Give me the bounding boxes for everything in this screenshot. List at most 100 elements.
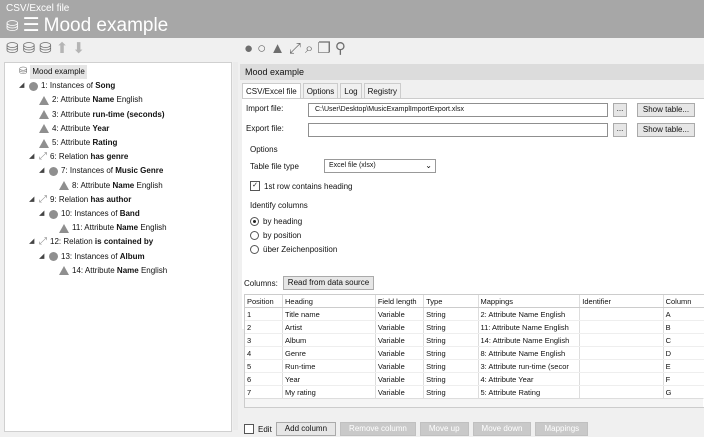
table-cell[interactable]: 6 xyxy=(245,372,284,386)
table-cell[interactable] xyxy=(579,333,664,347)
circle-outline-icon[interactable]: ○ xyxy=(257,40,266,58)
table-cell[interactable]: String xyxy=(423,385,479,399)
table-cell[interactable] xyxy=(579,320,664,334)
column-header[interactable]: Field length xyxy=(375,295,425,308)
expand-icon[interactable]: ◢ xyxy=(39,207,46,221)
table-cell[interactable]: 2: Attribute Name English xyxy=(478,307,581,321)
radio-by-heading[interactable]: by heading xyxy=(250,217,302,226)
table-cell[interactable]: Run-time xyxy=(282,359,376,373)
add-column-button[interactable]: Add column xyxy=(275,422,337,436)
arrow-up-icon[interactable]: ⬆ xyxy=(56,40,69,58)
heading-checkbox[interactable]: ✓ 1st row contains heading xyxy=(250,181,353,191)
tree-item[interactable]: ◢ 10: Instances of Band xyxy=(39,207,140,221)
table-cell[interactable]: 5: Attribute Rating xyxy=(478,385,581,399)
table-cell[interactable]: String xyxy=(423,307,479,321)
browse-import-button[interactable]: ... xyxy=(613,103,627,117)
tree-item[interactable]: 3: Attribute run-time (seconds) xyxy=(29,108,164,122)
relation-icon[interactable]: ⤢ xyxy=(289,40,301,58)
tree-item[interactable]: 8: Attribute Name English xyxy=(49,179,163,193)
expand-icon[interactable]: ◢ xyxy=(39,250,46,264)
table-cell[interactable]: String xyxy=(423,359,479,373)
splitter[interactable] xyxy=(233,62,238,430)
table-cell[interactable]: Title name xyxy=(282,307,376,321)
table-row[interactable]: 6 Year Variable String 4: Attribute Year F xyxy=(245,372,704,386)
table-cell[interactable]: 11: Attribute Name English xyxy=(478,320,581,334)
export-file-input[interactable] xyxy=(308,123,608,137)
arrow-down-icon[interactable]: ⬇ xyxy=(72,40,85,58)
browse-export-button[interactable]: ... xyxy=(613,123,627,137)
table-row[interactable]: 3 Album Variable String 14: Attribute Name E… xyxy=(245,333,704,347)
radio-selected-icon[interactable] xyxy=(250,217,259,226)
show-table-import-button[interactable]: Show table... xyxy=(637,103,695,117)
table-cell[interactable]: F xyxy=(663,372,704,386)
radio-icon[interactable] xyxy=(250,245,259,254)
horizontal-scrollbar[interactable] xyxy=(245,398,703,407)
folder-icon[interactable]: ❐ xyxy=(317,40,330,58)
radio-icon[interactable] xyxy=(250,231,259,240)
table-cell[interactable]: B xyxy=(663,320,704,334)
table-cell[interactable] xyxy=(579,359,664,373)
move-up-button[interactable]: Move up xyxy=(419,422,469,436)
table-cell[interactable]: 3: Attribute run-time (secor xyxy=(478,359,581,373)
import-file-input[interactable]: C:\User\Desktop\MusicExamplImportExport.… xyxy=(308,103,608,117)
search-icon[interactable]: ⌕ xyxy=(305,40,313,58)
show-table-export-button[interactable]: Show table... xyxy=(637,123,695,137)
table-cell[interactable]: Genre xyxy=(282,346,376,360)
table-row[interactable]: 5 Run-time Variable String 3: Attribute run-… xyxy=(245,359,704,373)
table-cell[interactable]: String xyxy=(423,333,479,347)
table-cell[interactable]: Variable xyxy=(375,385,425,399)
expand-icon[interactable]: ◢ xyxy=(29,235,36,249)
table-row[interactable]: 4 Genre Variable String 8: Attribute Name En… xyxy=(245,346,704,360)
table-cell[interactable]: 2 xyxy=(245,320,284,334)
table-cell[interactable]: 1 xyxy=(245,307,284,321)
add-database-icon[interactable]: ⛁ xyxy=(6,40,19,58)
tree-item[interactable]: ◢ ⤢ 12: Relation is contained by xyxy=(29,235,153,249)
expand-icon[interactable]: ◢ xyxy=(29,193,36,207)
tree-item[interactable]: 11: Attribute Name English xyxy=(49,221,167,235)
tab-csv-excel-file[interactable]: CSV/Excel file xyxy=(242,83,301,99)
table-cell[interactable]: String xyxy=(423,372,479,386)
triangle-icon[interactable]: ▲ xyxy=(270,40,285,58)
column-header[interactable]: Column xyxy=(663,295,704,308)
column-header[interactable]: Position xyxy=(245,295,284,308)
circle-icon[interactable]: ● xyxy=(244,40,253,58)
table-cell[interactable]: E xyxy=(663,359,704,373)
table-cell[interactable]: 7 xyxy=(245,385,284,399)
table-cell[interactable]: Variable xyxy=(375,307,425,321)
add-database-icon[interactable]: ⛁ xyxy=(23,40,36,58)
expand-icon[interactable]: ◢ xyxy=(39,164,46,178)
tree-item[interactable]: ⛁ Mood example xyxy=(9,65,87,79)
columns-table[interactable]: Position Heading Field length Type Mappings I… xyxy=(244,294,704,408)
table-cell[interactable]: 3 xyxy=(245,333,284,347)
table-row[interactable]: 2 Artist Variable String 11: Attribute Name … xyxy=(245,320,704,334)
tree-item[interactable]: ◢ 13: Instances of Album xyxy=(39,250,145,264)
menu-icon[interactable]: ☰ xyxy=(23,14,40,37)
magnifier-icon[interactable]: ⚲ xyxy=(335,40,346,58)
table-cell[interactable] xyxy=(579,385,664,399)
table-cell[interactable]: C xyxy=(663,333,704,347)
object-tree[interactable]: ⛁ Mood example ◢ 1: Instances of Song 2: Att… xyxy=(4,62,232,432)
tab-log[interactable]: Log xyxy=(340,83,362,99)
tree-item[interactable]: 5: Attribute Rating xyxy=(29,136,117,150)
table-cell[interactable]: My rating xyxy=(282,385,376,399)
tree-item[interactable]: ◢ 7: Instances of Music Genre xyxy=(39,164,163,178)
expand-icon[interactable]: ◢ xyxy=(29,150,36,164)
move-down-button[interactable]: Move down xyxy=(472,422,532,436)
tree-item[interactable]: 2: Attribute Name English xyxy=(29,93,143,107)
checkbox-checked-icon[interactable]: ✓ xyxy=(250,181,260,191)
table-cell[interactable]: String xyxy=(423,320,479,334)
column-header[interactable]: Heading xyxy=(282,295,376,308)
tree-item[interactable]: ◢ 1: Instances of Song xyxy=(19,79,115,93)
table-cell[interactable]: Variable xyxy=(375,346,425,360)
tree-item[interactable]: 4: Attribute Year xyxy=(29,122,109,136)
tab-registry[interactable]: Registry xyxy=(363,83,401,99)
tree-item[interactable]: 14: Attribute Name English xyxy=(49,264,167,278)
table-cell[interactable]: G xyxy=(663,385,704,399)
table-cell[interactable]: A xyxy=(663,307,704,321)
table-cell[interactable] xyxy=(579,372,664,386)
checkbox-icon[interactable] xyxy=(244,424,254,434)
tree-item[interactable]: ◢ ⤢ 9: Relation has author xyxy=(29,193,131,207)
table-cell[interactable]: String xyxy=(423,346,479,360)
table-cell[interactable] xyxy=(579,307,664,321)
table-cell[interactable] xyxy=(579,346,664,360)
